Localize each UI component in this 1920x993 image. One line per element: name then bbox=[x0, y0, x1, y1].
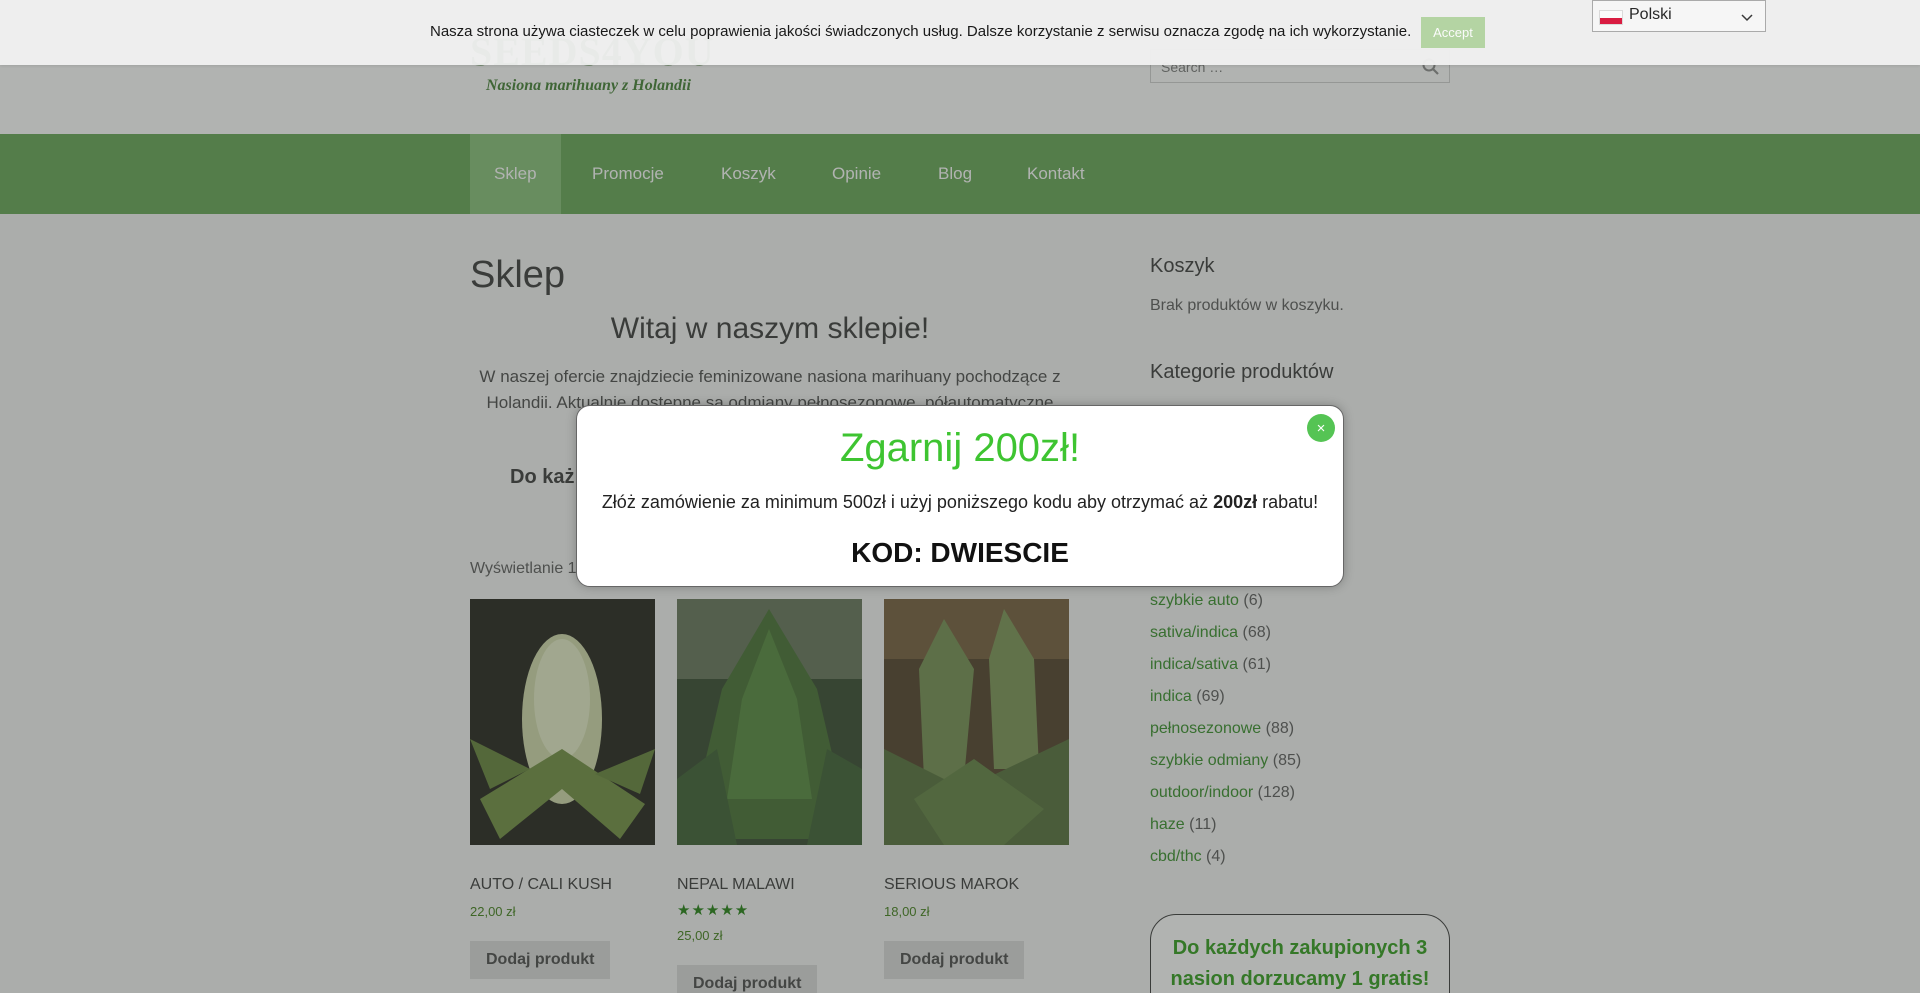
popup-body: Złóż zamówienie za minimum 500zł i użyj … bbox=[577, 492, 1343, 513]
language-select[interactable]: Polski bbox=[1592, 0, 1766, 32]
promo-popup: × Zgarnij 200zł! Złóż zamówienie za mini… bbox=[576, 405, 1344, 587]
popup-title: Zgarnij 200zł! bbox=[839, 426, 1081, 470]
cookie-bar: Nasza strona używa ciasteczek w celu pop… bbox=[0, 0, 1920, 65]
poland-flag-icon bbox=[1599, 10, 1623, 25]
chevron-down-icon bbox=[1741, 14, 1753, 22]
discount-code: KOD: DWIESCIE bbox=[851, 537, 1069, 568]
cookie-text: Nasza strona używa ciasteczek w celu pop… bbox=[430, 23, 1412, 40]
language-label: Polski bbox=[1629, 6, 1672, 23]
popup-body-suffix: rabatu! bbox=[1257, 492, 1319, 512]
cookie-accept-button[interactable]: Accept bbox=[1421, 17, 1485, 48]
popup-body-amount: 200zł bbox=[1213, 492, 1258, 512]
popup-body-text: Złóż zamówienie za minimum 500zł i użyj … bbox=[601, 492, 1214, 512]
